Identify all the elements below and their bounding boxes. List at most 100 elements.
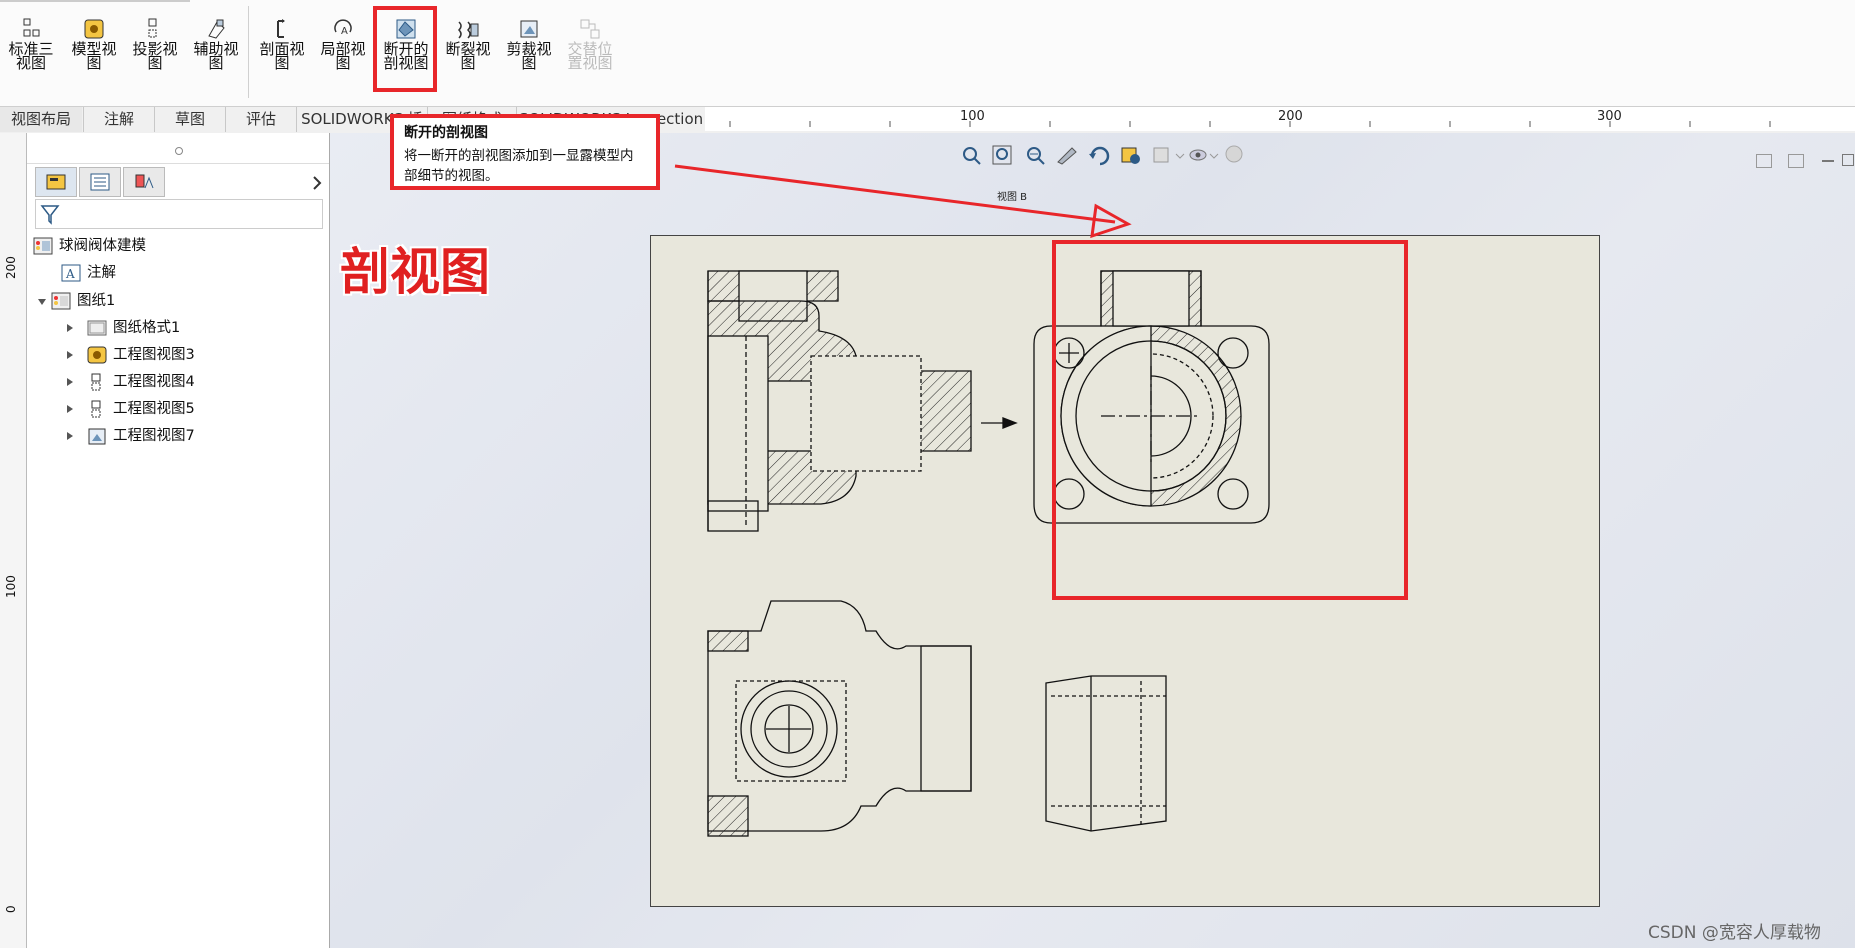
expand-arrow-icon[interactable] <box>65 431 75 441</box>
ruler-top-label-100: 100 <box>960 109 985 124</box>
ribbon-separator <box>248 6 249 98</box>
feature-manager-tab[interactable] <box>35 167 77 197</box>
tree-filter-box[interactable] <box>35 199 323 229</box>
crop-view-button[interactable]: 剪裁视图 <box>500 10 558 100</box>
annotation-icon: A <box>61 264 81 282</box>
alternate-position-view-button[interactable]: 交替位置视图 <box>561 10 619 100</box>
annotation-arrow <box>674 164 1132 239</box>
maximize-icon[interactable] <box>1842 154 1854 166</box>
model-view-icon <box>84 19 104 39</box>
break-view-icon <box>457 21 479 39</box>
property-manager-tab[interactable] <box>79 167 121 197</box>
detail-view-label: 局部视图 <box>320 40 366 72</box>
crop-detail-view <box>1045 675 1167 832</box>
section-view-button[interactable]: 剖面视图 <box>253 10 311 100</box>
tree-item-drawing-view4[interactable]: 工程图视图4 <box>87 371 195 393</box>
projected-view-icon <box>91 373 101 391</box>
tooltip-broken-out-section: 断开的剖视图 将一断开的剖视图添加到一显露模型内部细节的视图。 <box>390 114 660 190</box>
command-manager-ribbon: 标准三视图 模型视图 投影视图 辅助视图 剖面视图 A 局部视图 断开的剖视图 … <box>0 0 1855 108</box>
ruler-top-label-200: 200 <box>1278 109 1303 124</box>
projected-view-icon <box>148 18 157 38</box>
expand-arrow-icon[interactable] <box>65 377 75 387</box>
tree-item-label: 工程图视图3 <box>113 347 195 363</box>
projected-view-button[interactable]: 投影视图 <box>126 10 184 100</box>
hide-show-icon <box>1189 149 1219 161</box>
property-list-icon <box>90 173 110 191</box>
tree-item-drawing-view3[interactable]: 工程图视图3 <box>87 344 195 366</box>
minimize-icon[interactable] <box>1822 160 1834 162</box>
tree-item-label: 工程图视图5 <box>113 401 195 417</box>
tile-left-icon[interactable] <box>1756 154 1772 168</box>
tree-root-label: 球阀阀体建模 <box>59 238 146 254</box>
drawing-document-icon <box>33 237 53 255</box>
ruler-top: 100 200 300 <box>705 107 1855 131</box>
detail-view-icon: A <box>334 19 352 37</box>
tree-item-sheet-format1[interactable]: 图纸格式1 <box>87 317 180 339</box>
tree-item-label: 图纸格式1 <box>113 320 181 336</box>
auxiliary-view-icon <box>208 19 225 39</box>
expand-arrow-icon[interactable] <box>65 350 75 360</box>
callout-section-view-text: 剖视图 <box>340 243 490 301</box>
watermark: CSDN @宽容人厚载物 <box>1648 923 1821 943</box>
auxiliary-view-button[interactable]: 辅助视图 <box>187 10 245 100</box>
section-view-front <box>707 270 972 532</box>
standard-three-view-button[interactable]: 标准三视图 <box>2 10 60 100</box>
model-view-label: 模型视图 <box>71 40 117 72</box>
auxiliary-view-label: 辅助视图 <box>193 40 239 72</box>
tooltip-title: 断开的剖视图 <box>404 125 488 141</box>
ruler-left-label-200: 200 <box>4 256 18 279</box>
tab-sketch[interactable]: 草图 <box>154 107 225 132</box>
tree-item-label: 图纸1 <box>77 293 116 309</box>
ruler-top-label-300: 300 <box>1597 109 1622 124</box>
tile-right-icon[interactable] <box>1788 154 1804 168</box>
section-view-icon <box>277 19 285 38</box>
display-style-icon <box>1153 147 1185 163</box>
alternate-position-view-icon <box>580 19 600 39</box>
tree-root[interactable]: 球阀阀体建模 <box>33 235 146 257</box>
tree-item-drawing-view5[interactable]: 工程图视图5 <box>87 398 195 420</box>
sheet-icon <box>51 292 71 310</box>
section-line-arrow <box>981 417 1018 429</box>
tree-item-drawing-view7[interactable]: 工程图视图7 <box>87 425 195 447</box>
projected-view-icon <box>91 400 101 418</box>
tree-item-label: 工程图视图4 <box>113 374 195 390</box>
tree-item-annotations[interactable]: A 注解 <box>61 262 116 284</box>
tab-evaluate[interactable]: 评估 <box>225 107 296 132</box>
tree-item-sheet1[interactable]: 图纸1 <box>51 290 115 312</box>
ruler-left: 200 100 0 <box>0 133 27 948</box>
tooltip-body: 将一断开的剖视图添加到一显露模型内部细节的视图。 <box>404 148 634 184</box>
appearance-icon <box>1225 145 1243 163</box>
section-view-label: 剖面视图 <box>259 40 305 72</box>
svg-text:A: A <box>65 267 75 281</box>
tab-view-layout[interactable]: 视图布局 <box>0 107 82 132</box>
model-view-button[interactable]: 模型视图 <box>65 10 123 100</box>
highlight-box-broken-out-section <box>373 6 437 92</box>
svg-text:A: A <box>341 26 348 37</box>
detail-view-button[interactable]: A 局部视图 <box>314 10 372 100</box>
break-view-label: 断裂视图 <box>445 40 491 72</box>
grip-dot-icon <box>175 147 183 155</box>
alternate-position-view-label: 交替位置视图 <box>567 40 613 72</box>
side-view <box>707 600 972 837</box>
tree-item-label: 注解 <box>87 265 116 281</box>
panel-grip[interactable] <box>27 133 329 164</box>
tree-item-label: 工程图视图7 <box>113 428 195 444</box>
projected-view-label: 投影视图 <box>132 40 178 72</box>
crop-view-icon <box>88 428 106 445</box>
break-view-button[interactable]: 断裂视图 <box>439 10 497 100</box>
model-view-icon <box>87 346 107 364</box>
standard-three-view-label: 标准三视图 <box>8 40 54 72</box>
crop-view-icon <box>520 20 538 38</box>
expand-panel-arrow-icon[interactable] <box>311 175 323 191</box>
feature-tree-icon <box>46 174 66 190</box>
ribbon-top-edge <box>0 0 190 2</box>
expand-arrow-icon[interactable] <box>65 404 75 414</box>
highlight-box-section-view <box>1052 240 1408 600</box>
collapse-arrow-icon[interactable] <box>37 297 47 307</box>
ruler-left-label-100: 100 <box>4 575 18 598</box>
standard-three-view-icon <box>23 18 40 37</box>
feature-manager-panel: 球阀阀体建模 A 注解 图纸1 图纸格式1 工程图视图3 工程图视图4 工程图视图… <box>27 133 330 948</box>
tab-annotation[interactable]: 注解 <box>83 107 154 132</box>
expand-arrow-icon[interactable] <box>65 323 75 333</box>
dim-xpert-tab[interactable] <box>123 167 165 197</box>
